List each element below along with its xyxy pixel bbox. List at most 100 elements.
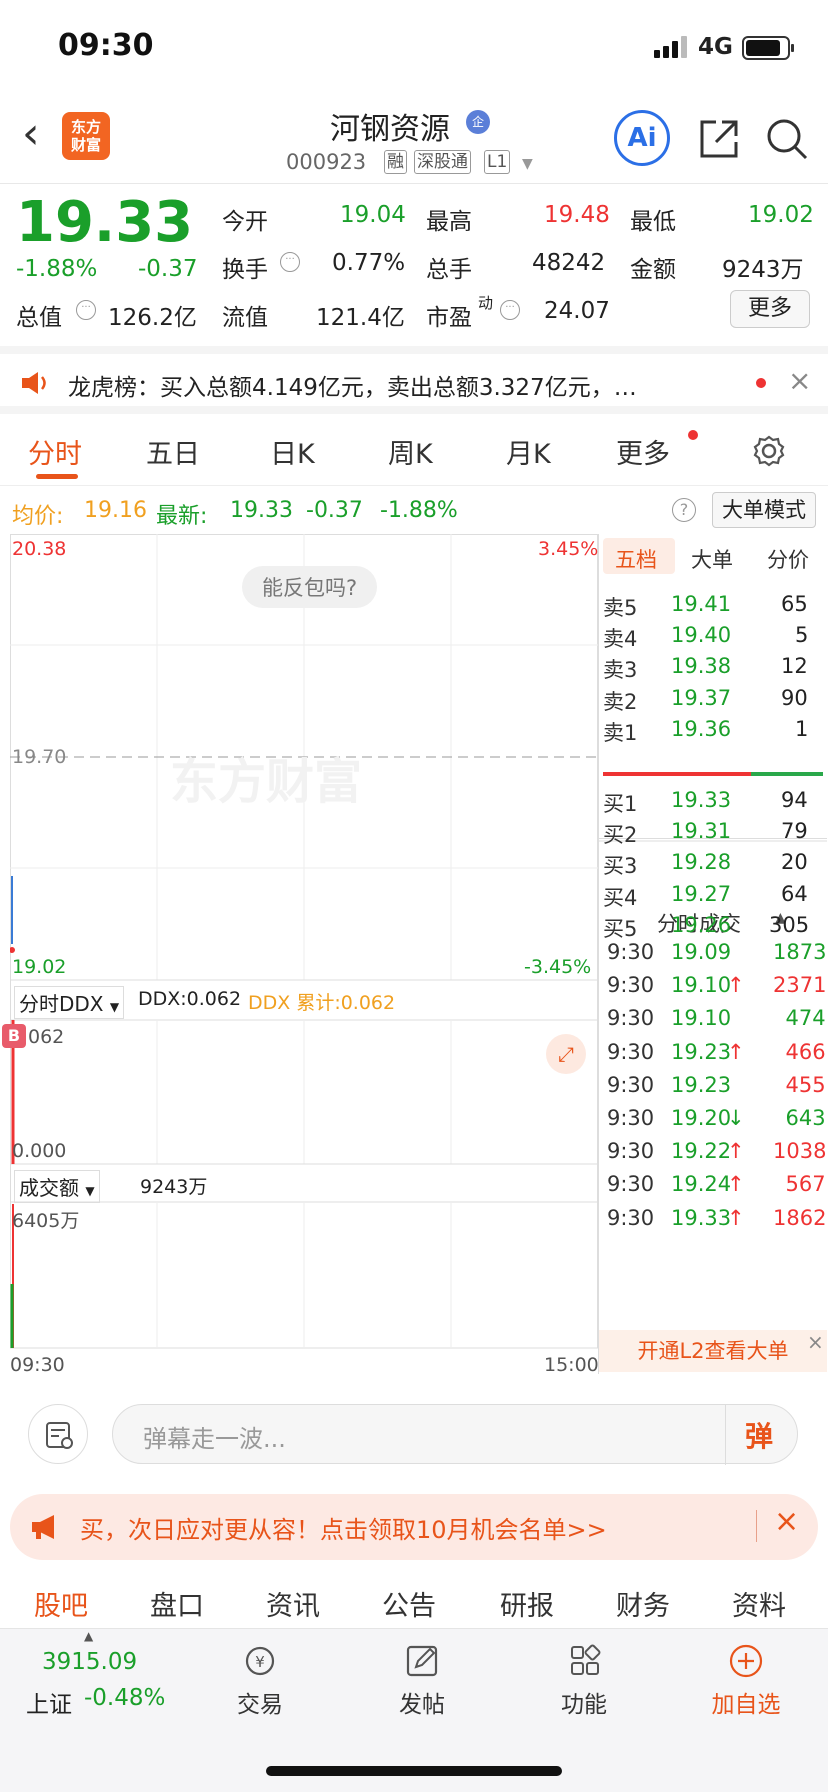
tab-news[interactable]: 资讯 <box>266 1584 320 1623</box>
ddx-cumulative: DDX 累计:0.062 <box>248 992 396 1014</box>
ask-row: 卖1 19.36 1 <box>599 713 827 749</box>
tab-research[interactable]: 研报 <box>500 1584 554 1623</box>
volume-selector-label: 成交额 <box>19 1176 79 1200</box>
tick-row: 9:30 19.33 ↑ 1862 <box>599 1202 827 1240</box>
back-icon[interactable]: ‹ <box>22 112 62 160</box>
tick-volume: 2371 <box>773 973 827 998</box>
grid-icon <box>571 1644 601 1675</box>
stock-name: 河钢资源 <box>330 112 450 147</box>
tab-announcements[interactable]: 公告 <box>382 1584 436 1623</box>
high-label: 最高 <box>426 209 472 235</box>
ask-price: 19.40 <box>671 623 732 648</box>
gear-icon[interactable] <box>752 434 786 468</box>
stock-header: ‹ 东方 财富 河钢资源 企 000923 融 深股通 L1 ▼ Ai <box>0 96 828 184</box>
danmaku-bubble[interactable]: 能反包吗? <box>242 566 378 608</box>
search-icon[interactable] <box>764 116 810 162</box>
bid-label: 买2 <box>603 823 638 848</box>
big-order-mode-button[interactable]: 大单模式 <box>712 492 816 528</box>
more-button[interactable]: 更多 <box>730 290 810 328</box>
danmaku-send-button[interactable]: 弹 <box>745 1415 773 1455</box>
l2-upsell[interactable]: 开通L2查看大单 <box>599 1330 827 1372</box>
close-icon[interactable]: × <box>774 1504 799 1539</box>
ask-price: 19.36 <box>671 716 732 741</box>
buy-signal-badge[interactable]: B <box>2 1024 26 1048</box>
price-info-bar: 均价: 19.16 最新: 19.33 -0.37 -1.88% ? 大单模式 <box>0 490 828 530</box>
tick-price: 19.10 <box>671 1006 732 1031</box>
megaphone-icon <box>32 1515 54 1539</box>
close-icon[interactable]: × <box>788 364 811 397</box>
share-icon[interactable] <box>696 116 742 162</box>
tick-volume: 643 <box>785 1106 826 1130</box>
chevron-down-icon[interactable]: ▼ <box>522 156 533 172</box>
help-icon[interactable]: ? <box>672 498 696 522</box>
open-value: 19.04 <box>340 202 406 228</box>
float-label: 流值 <box>222 305 268 331</box>
tag-connect: 深股通 <box>414 150 471 174</box>
signal-icon <box>654 36 692 58</box>
info-icon[interactable]: ··· <box>500 300 520 320</box>
bid-volume: 20 <box>781 850 808 875</box>
tab-monthly[interactable]: 月K <box>506 432 551 471</box>
promo-banner[interactable]: 买，次日应对更从容！点击领取10月机会名单>> × <box>10 1494 818 1560</box>
chevron-up-icon[interactable]: ▲ <box>84 1629 93 1643</box>
brand-logo[interactable]: 东方 财富 <box>62 112 110 160</box>
low-value: 19.02 <box>748 202 814 228</box>
ddx-selector-label: 分时DDX <box>19 992 104 1016</box>
status-bar: 09:30 4G <box>0 0 828 96</box>
volume-selector[interactable]: 成交额 ▼ <box>14 1170 100 1203</box>
index-name[interactable]: 上证 <box>26 1685 72 1719</box>
tab-finance[interactable]: 财务 <box>616 1584 670 1623</box>
edit-icon <box>406 1645 438 1677</box>
tab-big-orders[interactable]: 大单 <box>691 544 733 574</box>
trade-button[interactable]: ¥ 交易 <box>200 1643 320 1719</box>
tab-intraday[interactable]: 分时 <box>28 432 82 471</box>
bid-price: 19.33 <box>671 788 732 812</box>
volume-top-label: 6405万 <box>12 1210 80 1232</box>
info-icon[interactable]: ··· <box>280 252 300 272</box>
bid-label: 买3 <box>603 854 638 879</box>
tick-time: 9:30 <box>607 1205 655 1230</box>
bid-price: 19.26 <box>671 912 732 937</box>
tab-five-levels[interactable]: 五档 <box>615 544 657 574</box>
tab-profile[interactable]: 资料 <box>732 1584 786 1623</box>
close-icon[interactable]: × <box>807 1330 824 1354</box>
tab-forum[interactable]: 股吧 <box>34 1584 88 1623</box>
ask-label: 卖3 <box>603 658 638 683</box>
tab-price-dist[interactable]: 分价 <box>767 544 809 574</box>
ai-button[interactable]: Ai <box>614 110 670 166</box>
tab-handicap[interactable]: 盘口 <box>150 1584 204 1623</box>
info-icon[interactable]: ··· <box>76 300 96 320</box>
ask-label: 卖4 <box>603 627 638 652</box>
index-value[interactable]: 3915.09 <box>42 1649 137 1675</box>
tab-5day[interactable]: 五日 <box>146 432 200 471</box>
mcap-label: 总值 <box>16 305 62 331</box>
intraday-chart[interactable]: 东方财富 20.38 3.45% 19.70 19.02 -3.45% 能反包吗… <box>2 534 599 1384</box>
index-pct[interactable]: -0.48% <box>84 1685 165 1711</box>
functions-button[interactable]: 功能 <box>524 1643 644 1719</box>
tab-daily[interactable]: 日K <box>270 432 315 471</box>
period-tabs: 分时 五日 日K 周K 月K 更多 <box>0 416 828 486</box>
bid-label: 买1 <box>603 792 638 816</box>
tab-weekly[interactable]: 周K <box>388 432 433 471</box>
add-watchlist-button[interactable]: 加自选 <box>686 1643 806 1719</box>
tick-volume: 455 <box>785 1072 826 1097</box>
notice-bar[interactable]: 龙虎榜：买入总额4.149亿元，卖出总额3.327亿元，… × <box>0 346 828 414</box>
tick-price: 19.09 <box>671 940 732 964</box>
divider <box>725 1405 726 1465</box>
network-label: 4G <box>698 34 733 60</box>
ask-label: 卖2 <box>603 689 638 714</box>
comment-input[interactable]: 弹幕走一波... 弹 <box>112 1404 798 1465</box>
watermark: 东方财富 <box>170 754 363 810</box>
danmaku-settings-icon[interactable] <box>28 1404 88 1464</box>
change-pct: -1.88% <box>16 256 98 282</box>
amount-label: 金额 <box>630 257 676 283</box>
ask-volume: 12 <box>781 654 808 679</box>
latest-value: 19.33 <box>230 498 293 523</box>
latest-label: 最新: <box>156 504 208 529</box>
post-button[interactable]: 发帖 <box>362 1643 482 1719</box>
ddx-selector[interactable]: 分时DDX ▼ <box>14 986 125 1019</box>
expand-icon[interactable]: ⤢ <box>546 1034 586 1074</box>
ddx-bottom-label: 0.000 <box>12 1140 67 1162</box>
unread-dot <box>756 378 766 388</box>
tab-more[interactable]: 更多 <box>616 432 670 471</box>
